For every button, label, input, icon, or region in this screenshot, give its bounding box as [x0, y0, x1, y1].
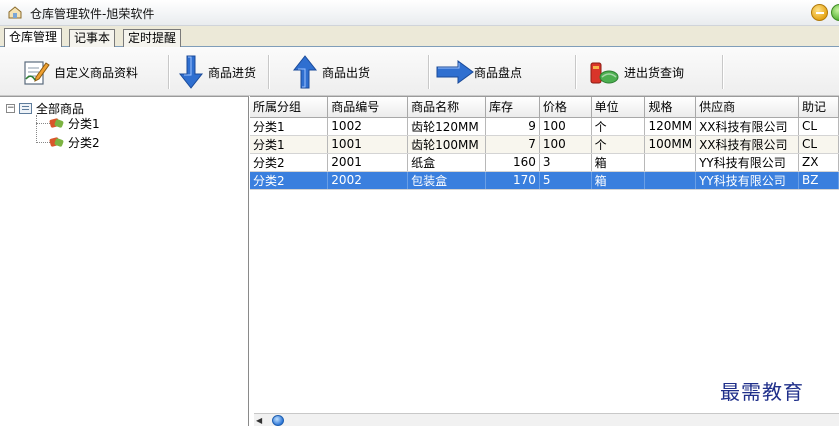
cell-supplier: YY科技有限公司: [695, 153, 799, 172]
cell-unit: 箱: [591, 153, 646, 172]
category-icon: [50, 137, 64, 147]
cell-name: 纸盒: [407, 153, 487, 172]
list-icon: [19, 102, 32, 114]
edit-document-icon: [24, 61, 50, 85]
tab-warehouse[interactable]: 仓库管理: [4, 28, 63, 48]
column-header-unit[interactable]: 单位: [591, 97, 646, 118]
cell-price: 100: [539, 135, 592, 154]
goods-in-button[interactable]: 商品进货: [178, 53, 256, 91]
toolbar-separator: [428, 55, 429, 89]
column-header-supplier[interactable]: 供应商: [695, 97, 799, 118]
inventory-check-button[interactable]: 商品盘点: [436, 53, 522, 91]
toolbar-separator: [168, 55, 169, 89]
scroll-thumb[interactable]: [272, 415, 284, 426]
cell-group: 分类2: [250, 153, 329, 172]
cell-code: 1002: [327, 117, 409, 136]
toolbar: 自定义商品资料 商品进货 商品出货 商品盘点 进出货查询: [0, 47, 839, 96]
tree-connector: [36, 123, 50, 124]
cell-code: 1001: [327, 135, 409, 154]
toolbar-separator: [268, 55, 269, 89]
column-header-group[interactable]: 所属分组: [250, 97, 329, 118]
table-row[interactable]: 分类1 1001 齿轮100MM 7 100 个 100MM XX科技有限公司 …: [250, 135, 839, 154]
tab-reminder[interactable]: 定时提醒: [123, 29, 182, 47]
cell-price: 5: [539, 171, 592, 190]
cell-spec: [644, 153, 697, 172]
column-header-name[interactable]: 商品名称: [407, 97, 487, 118]
cell-price: 100: [539, 117, 592, 136]
column-header-stock[interactable]: 库存: [485, 97, 540, 118]
cell-name: 齿轮100MM: [407, 135, 487, 154]
cell-spec: [644, 171, 697, 190]
grid-header-row: 所属分组 商品编号 商品名称 库存 价格 单位 规格 供应商 助记: [250, 97, 839, 118]
cell-unit: 个: [591, 117, 646, 136]
cell-mnemonic: ZX: [798, 153, 839, 172]
cell-group: 分类2: [250, 171, 329, 190]
table-row[interactable]: 分类1 1002 齿轮120MM 9 100 个 120MM XX科技有限公司 …: [250, 117, 839, 136]
window-title: 仓库管理软件-旭荣软件: [30, 7, 155, 21]
minimize-button[interactable]: [811, 4, 828, 21]
column-header-spec[interactable]: 规格: [644, 97, 697, 118]
column-header-code[interactable]: 商品编号: [327, 97, 409, 118]
tree-item-category-1[interactable]: 分类1: [50, 116, 100, 131]
toolbar-separator: [722, 55, 723, 89]
cell-stock: 160: [485, 153, 540, 172]
cell-name: 包装盒: [407, 171, 487, 190]
maximize-button[interactable]: [831, 4, 839, 21]
tree-item-category-2[interactable]: 分类2: [50, 135, 100, 150]
tree-root-all-goods[interactable]: − 全部商品: [6, 101, 84, 116]
watermark-text: 最需教育: [720, 380, 804, 404]
custom-goods-label: 自定义商品资料: [54, 65, 139, 80]
tree-connector: [36, 115, 37, 143]
cell-stock: 7: [485, 135, 540, 154]
goods-out-label: 商品出货: [322, 65, 371, 80]
table-row-selected[interactable]: 分类2 2002 包装盒 170 5 箱 YY科技有限公司 BZ: [250, 171, 839, 190]
tree-item-label: 分类2: [68, 135, 100, 150]
cell-mnemonic: CL: [798, 117, 839, 136]
cell-mnemonic: CL: [798, 135, 839, 154]
goods-out-button[interactable]: 商品出货: [292, 53, 370, 91]
cell-price: 3: [539, 153, 592, 172]
cell-group: 分类1: [250, 117, 329, 136]
cell-supplier: XX科技有限公司: [695, 135, 799, 154]
cell-code: 2002: [327, 171, 409, 190]
cell-unit: 箱: [591, 171, 646, 190]
tree-item-label: 分类1: [68, 116, 100, 131]
tab-notepad[interactable]: 记事本: [69, 29, 116, 47]
arrow-down-icon: [178, 55, 204, 89]
cell-spec: 100MM: [644, 135, 697, 154]
cell-supplier: XX科技有限公司: [695, 117, 799, 136]
search-goods-icon: [590, 62, 619, 84]
app-icon: [8, 6, 22, 19]
cell-mnemonic: BZ: [798, 171, 839, 190]
cell-supplier: YY科技有限公司: [695, 171, 799, 190]
toolbar-separator: [575, 55, 576, 89]
collapse-icon[interactable]: −: [6, 103, 15, 113]
horizontal-scrollbar[interactable]: ◀: [254, 413, 839, 426]
cell-group: 分类1: [250, 135, 329, 154]
cell-stock: 9: [485, 117, 540, 136]
cell-name: 齿轮120MM: [407, 117, 487, 136]
goods-table: 所属分组 商品编号 商品名称 库存 价格 单位 规格 供应商 助记 分类1 10…: [250, 97, 839, 190]
goods-query-label: 进出货查询: [624, 65, 685, 80]
cell-spec: 120MM: [644, 117, 697, 136]
goods-query-button[interactable]: 进出货查询: [588, 53, 684, 91]
tree-connector: [36, 142, 50, 143]
minimize-icon: [816, 12, 824, 14]
cell-code: 2001: [327, 153, 409, 172]
table-row[interactable]: 分类2 2001 纸盒 160 3 箱 YY科技有限公司 ZX: [250, 153, 839, 172]
column-header-price[interactable]: 价格: [539, 97, 592, 118]
scroll-left-icon[interactable]: ◀: [256, 416, 262, 425]
goods-in-label: 商品进货: [208, 65, 257, 80]
column-header-mnemonic[interactable]: 助记: [798, 97, 839, 118]
arrow-up-icon: [292, 55, 318, 89]
cell-stock: 170: [485, 171, 540, 190]
title-bar: 仓库管理软件-旭荣软件: [0, 0, 839, 26]
tab-strip: 仓库管理 记事本 定时提醒: [0, 26, 839, 48]
category-icon: [50, 118, 64, 128]
custom-goods-button[interactable]: 自定义商品资料: [22, 53, 138, 91]
category-tree: − 全部商品 分类1 分类2: [0, 96, 249, 426]
inventory-check-label: 商品盘点: [474, 65, 523, 80]
cell-unit: 个: [591, 135, 646, 154]
arrow-right-icon: [436, 60, 474, 84]
